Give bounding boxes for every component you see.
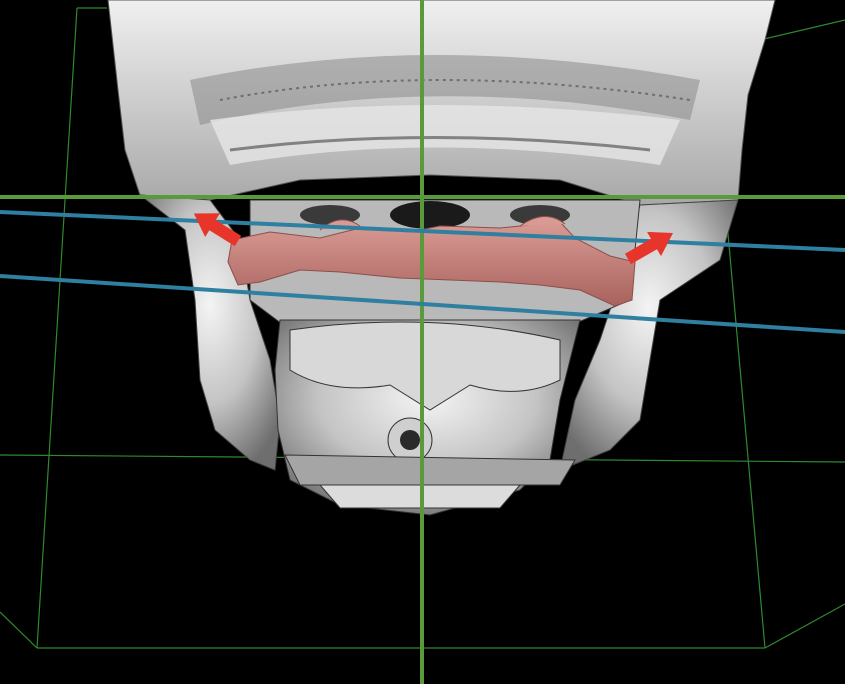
3d-scene: [0, 0, 845, 684]
3d-viewport[interactable]: [0, 0, 845, 684]
